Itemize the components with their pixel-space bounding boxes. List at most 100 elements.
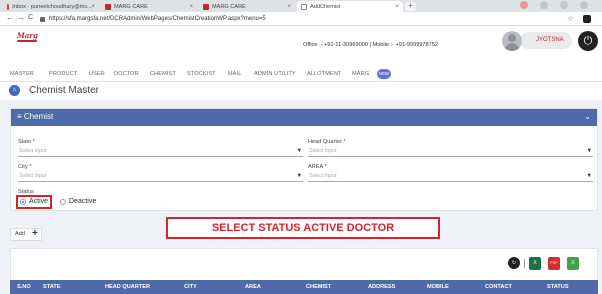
- column-header-area[interactable]: AREA: [245, 284, 261, 290]
- url-field[interactable]: https://sfa.margsfa.net/DCRAdmin/WebPage…: [40, 14, 570, 24]
- marg-logo[interactable]: Marg: [17, 31, 38, 40]
- area-label-text: AREA: [308, 164, 323, 170]
- refresh-icon[interactable]: ↻: [508, 257, 520, 269]
- new-badge: NEW: [377, 69, 391, 79]
- table-header: S.NO STATE HEAD QUARTER CITY AREA CHEMIS…: [10, 280, 598, 294]
- status-deactive-label: Deactive: [69, 198, 97, 205]
- close-icon[interactable]: ×: [287, 4, 291, 10]
- menu-item-marg[interactable]: MARG: [352, 71, 369, 77]
- state-placeholder: Select Input: [19, 148, 47, 154]
- column-header-contact[interactable]: CONTACT: [485, 284, 512, 290]
- maximize-button[interactable]: [560, 1, 568, 9]
- area-label: AREA *: [308, 164, 327, 170]
- column-header-status[interactable]: STATUS: [547, 284, 569, 290]
- city-label: City *: [18, 164, 31, 170]
- browser-tab-bar: Inbox - puneetchoudhary@mv... × MARG CAR…: [0, 0, 602, 12]
- avatar[interactable]: [502, 31, 522, 51]
- state-label-text: State: [18, 139, 32, 145]
- state-select[interactable]: Select Input ▼: [18, 147, 303, 157]
- active-highlight-box: [16, 195, 52, 209]
- tab-inbox[interactable]: Inbox - puneetchoudhary@mv... ×: [3, 1, 99, 12]
- plus-icon: +: [32, 228, 38, 239]
- new-tab-button[interactable]: +: [405, 2, 416, 11]
- head-quarter-label-text: Head Quarter: [308, 139, 342, 145]
- menu-item-master[interactable]: MASTER: [10, 71, 34, 77]
- window-control[interactable]: [520, 1, 528, 9]
- page-title-bar: ⌂ Chemist Master: [0, 82, 602, 100]
- caret-down-icon: ▼: [296, 173, 302, 179]
- area-select[interactable]: Select Input ▼: [308, 172, 593, 182]
- tab-add-chemist[interactable]: AddChemist ×: [297, 1, 403, 12]
- state-label: State *: [18, 139, 35, 145]
- annotation-callout: SELECT STATUS ACTIVE DOCTOR: [166, 217, 440, 239]
- marg-icon: [105, 3, 111, 10]
- menu-item-user[interactable]: USER: [89, 71, 105, 77]
- caret-down-icon: ▼: [586, 148, 592, 154]
- panel-header: ≡ Chemist ⌄: [11, 109, 597, 126]
- user-menu[interactable]: JYOTSNA: [520, 32, 572, 49]
- panel-title: ≡ Chemist: [17, 112, 54, 121]
- menu-item-doctor[interactable]: DOCTOR: [114, 71, 139, 77]
- head-quarter-select[interactable]: Select Input ▼: [308, 147, 593, 157]
- bookmark-star-icon[interactable]: ☆: [567, 14, 574, 23]
- gmail-icon: [7, 3, 10, 10]
- logo-underline: [17, 40, 37, 42]
- menu-item-admin-utility[interactable]: ADMIN UTILITY: [254, 71, 296, 77]
- add-button[interactable]: Add +: [10, 228, 42, 241]
- lock-icon: [40, 16, 45, 22]
- tab-marg-care-1[interactable]: MARG CARE ×: [101, 1, 197, 12]
- status-deactive-radio[interactable]: Deactive: [60, 198, 96, 205]
- menu-item-allotment[interactable]: ALLOTMENT: [307, 71, 341, 77]
- pdf-export-icon[interactable]: PDF: [548, 257, 560, 270]
- column-header-sno[interactable]: S.NO: [17, 284, 31, 290]
- required-mark: *: [324, 164, 327, 170]
- caret-down-icon: ▼: [296, 148, 302, 154]
- chemist-form-panel: ≡ Chemist ⌄ State * Select Input ▼ Head …: [10, 108, 598, 211]
- area-placeholder: Select Input: [309, 173, 337, 179]
- head-quarter-placeholder: Select Input: [309, 148, 337, 154]
- page-title: Chemist Master: [29, 85, 100, 96]
- menu-item-product[interactable]: PRODUCT: [49, 71, 77, 77]
- extension-icon[interactable]: [583, 15, 591, 23]
- close-icon[interactable]: ×: [395, 4, 399, 10]
- tab-marg-care-2[interactable]: MARG CARE ×: [199, 1, 295, 12]
- home-icon[interactable]: ⌂: [9, 85, 20, 96]
- city-placeholder: Select Input: [19, 173, 47, 179]
- close-icon[interactable]: ×: [91, 4, 95, 10]
- page-icon: [301, 3, 307, 10]
- tab-title: AddChemist: [310, 3, 341, 10]
- tab-title: Inbox - puneetchoudhary@mv...: [12, 3, 92, 10]
- column-header-mobile[interactable]: MOBILE: [427, 284, 449, 290]
- minimize-button[interactable]: [540, 1, 548, 9]
- chevron-down-icon[interactable]: ⌄: [584, 112, 591, 121]
- required-mark: *: [32, 139, 35, 145]
- menu-item-mail[interactable]: MAIL: [228, 71, 241, 77]
- reload-button[interactable]: C: [28, 14, 33, 21]
- column-header-city[interactable]: CITY: [184, 284, 197, 290]
- app-header: Marg Office :- +91-11-30969000 | Mobile …: [0, 26, 602, 66]
- caret-down-icon: ▼: [586, 173, 592, 179]
- address-bar: ← → C https://sfa.margsfa.net/DCRAdmin/W…: [0, 12, 602, 26]
- add-label: Add: [15, 231, 25, 237]
- toolbar-separator: [524, 259, 525, 268]
- required-mark: *: [343, 139, 346, 145]
- marg-icon: [203, 3, 209, 10]
- back-button[interactable]: ←: [6, 13, 14, 22]
- column-header-chemist[interactable]: CHEMIST: [306, 284, 331, 290]
- close-window-button[interactable]: [580, 1, 588, 9]
- city-select[interactable]: Select Input ▼: [18, 172, 303, 182]
- menu-item-chemist[interactable]: CHEMIST: [150, 71, 176, 77]
- column-header-state[interactable]: STATE: [43, 284, 61, 290]
- column-header-head-quarter[interactable]: HEAD QUARTER: [105, 284, 150, 290]
- csv-export-icon[interactable]: X: [567, 257, 579, 270]
- contact-info: Office :- +91-11-30969000 | Mobile :- +9…: [303, 42, 438, 48]
- tab-title: MARG CARE: [212, 3, 246, 10]
- power-icon[interactable]: ⏻: [578, 31, 598, 51]
- menu-item-stockist[interactable]: STOCKIST: [187, 71, 216, 77]
- column-header-address[interactable]: ADDRESS: [368, 284, 395, 290]
- city-label-text: City: [18, 164, 28, 170]
- forward-button[interactable]: →: [17, 13, 25, 22]
- close-icon[interactable]: ×: [189, 4, 193, 10]
- excel-export-icon[interactable]: X: [529, 257, 541, 270]
- required-mark: *: [29, 164, 32, 170]
